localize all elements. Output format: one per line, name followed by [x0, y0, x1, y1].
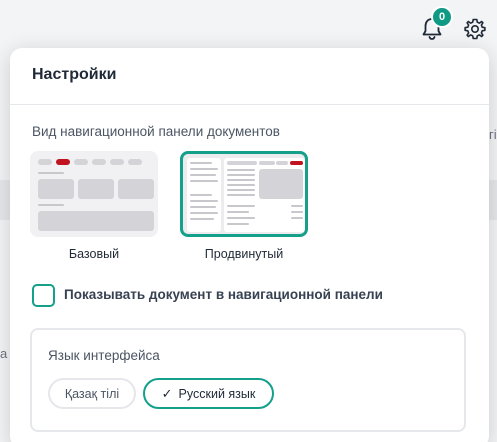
nav-view-option-advanced[interactable]: Продвинутый — [180, 151, 314, 261]
background-text: гі — [489, 127, 497, 142]
background-row — [489, 180, 497, 220]
language-chip-kazakh[interactable]: Қазақ тілі — [48, 378, 136, 409]
language-chip-label: Қазақ тілі — [64, 386, 120, 401]
language-chip-label: Русский язык — [178, 386, 256, 401]
show-in-nav-label[interactable]: Показывать документ в навигационной пане… — [64, 287, 383, 302]
language-chip-russian[interactable]: ✓ Русский язык — [143, 378, 274, 409]
settings-panel: Настройки Вид навигационной панели докум… — [10, 48, 489, 442]
nav-view-option-label: Продвинутый — [204, 247, 284, 261]
divider — [10, 104, 489, 105]
background-row — [0, 180, 10, 220]
language-section-title: Язык интерфейса — [48, 348, 160, 363]
show-in-nav-checkbox[interactable] — [32, 284, 55, 307]
nav-view-section-title: Вид навигационной панели документов — [32, 124, 280, 139]
gear-icon — [464, 18, 486, 40]
basic-layout-preview — [30, 151, 158, 237]
advanced-layout-preview — [180, 151, 308, 237]
background-text: а — [0, 346, 8, 361]
settings-button[interactable] — [463, 17, 487, 41]
language-section: Язык интерфейса Қазақ тілі ✓ Русский язы… — [30, 328, 466, 432]
notification-count-badge: 0 — [431, 6, 453, 28]
nav-view-option-basic[interactable]: Базовый — [30, 151, 164, 261]
panel-title: Настройки — [32, 66, 117, 83]
check-icon: ✓ — [161, 385, 173, 401]
nav-view-option-label: Базовый — [68, 247, 120, 261]
